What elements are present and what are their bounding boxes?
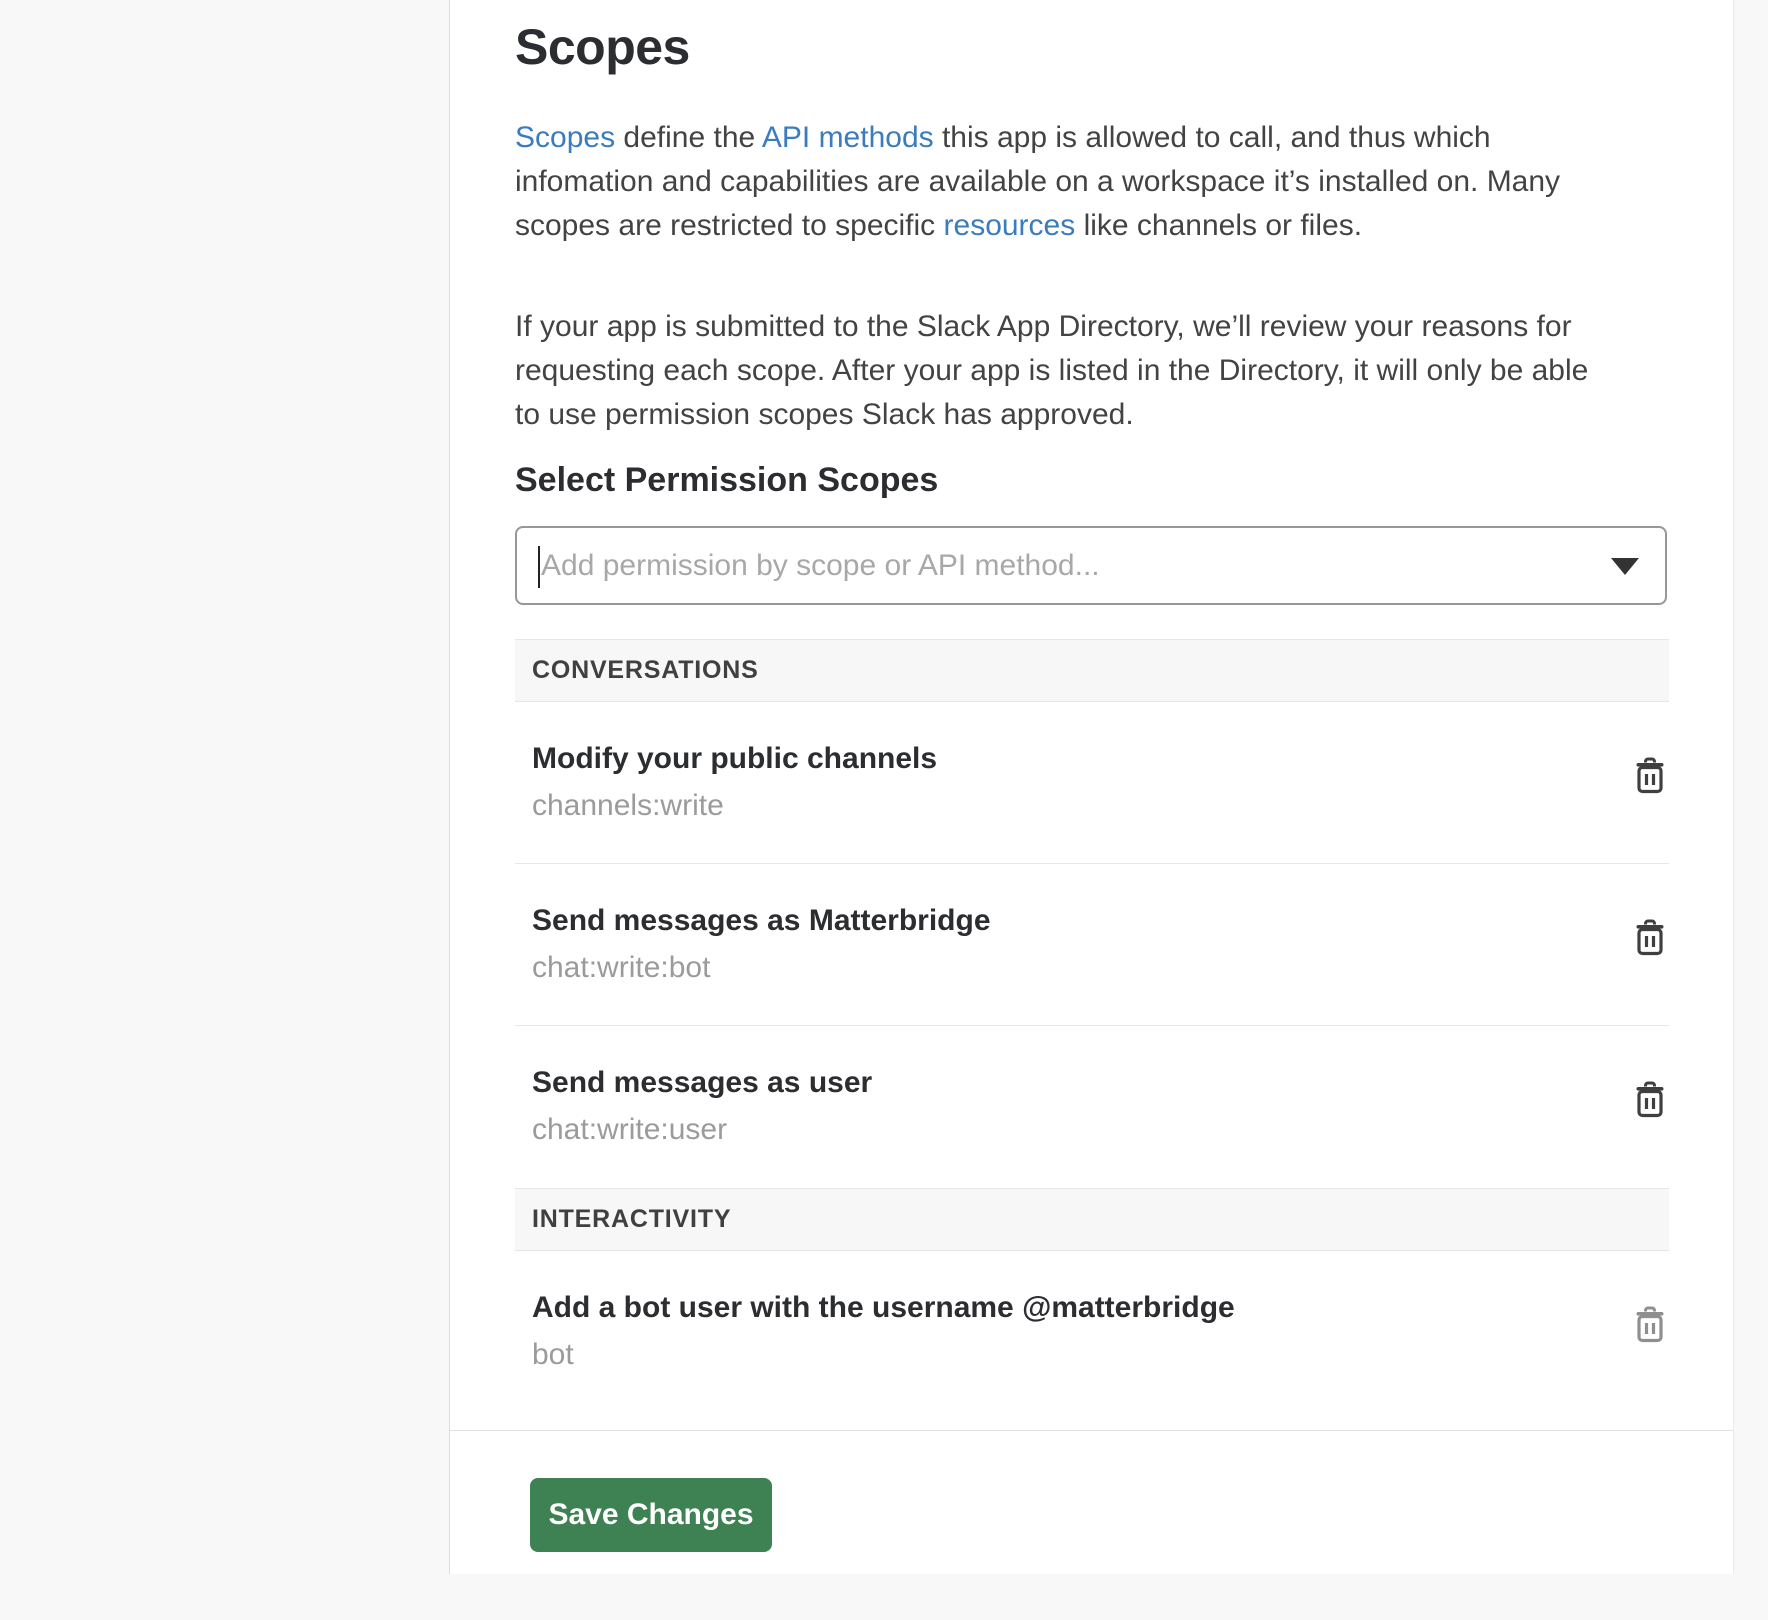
page-title: Scopes — [515, 0, 1669, 78]
scopes-link[interactable]: Scopes — [515, 121, 615, 154]
api-methods-link[interactable]: API methods — [762, 121, 934, 154]
paragraph-text: like channels or files. — [1075, 209, 1362, 242]
remove-scope-button[interactable] — [1635, 919, 1665, 957]
trash-icon — [1635, 1081, 1665, 1119]
paragraph-line: to use permission scopes Slack has appro… — [515, 393, 1669, 437]
left-sidebar — [0, 0, 449, 1574]
paragraph-line: requesting each scope. After your app is… — [515, 349, 1669, 393]
save-changes-button[interactable]: Save Changes — [530, 1478, 772, 1552]
paragraph-line: If your app is submitted to the Slack Ap… — [515, 305, 1669, 349]
right-gutter — [1733, 0, 1768, 1574]
scope-row-chat-write-user: Send messages as user chat:write:user — [515, 1026, 1669, 1188]
paragraph-text: this app is allowed to call, and thus wh… — [934, 121, 1491, 154]
scope-code: channels:write — [532, 788, 1609, 824]
chevron-down-icon[interactable] — [1611, 558, 1639, 575]
paragraph-text: scopes are restricted to specific — [515, 209, 944, 242]
remove-scope-button[interactable] — [1635, 757, 1665, 795]
save-footer: Save Changes — [450, 1430, 1733, 1620]
paragraph-line: Scopes define the API methods this app i… — [515, 116, 1669, 160]
select-permission-scopes-heading: Select Permission Scopes — [515, 459, 1669, 501]
section-header-interactivity: INTERACTIVITY — [515, 1188, 1669, 1251]
scope-name: Send messages as Matterbridge — [532, 903, 1609, 939]
scopes-description: Scopes define the API methods this app i… — [515, 116, 1669, 248]
section-header-conversations: CONVERSATIONS — [515, 639, 1669, 702]
scope-name: Add a bot user with the username @matter… — [532, 1290, 1609, 1326]
paragraph-line: scopes are restricted to specific resour… — [515, 204, 1669, 248]
scope-code: chat:write:bot — [532, 950, 1609, 986]
resources-link[interactable]: resources — [944, 209, 1076, 242]
paragraph-line: infomation and capabilities are availabl… — [515, 160, 1669, 204]
scope-name: Modify your public channels — [532, 741, 1609, 777]
interactivity-scope-list: Add a bot user with the username @matter… — [515, 1251, 1669, 1413]
remove-scope-button[interactable] — [1635, 1306, 1665, 1344]
text-cursor — [538, 546, 540, 588]
scope-code: chat:write:user — [532, 1112, 1609, 1148]
scope-code: bot — [532, 1337, 1609, 1373]
scope-row-chat-write-bot: Send messages as Matterbridge chat:write… — [515, 864, 1669, 1026]
scopes-panel: Scopes Scopes define the API methods thi… — [449, 0, 1733, 1574]
trash-icon — [1635, 757, 1665, 795]
remove-scope-button[interactable] — [1635, 1081, 1665, 1119]
trash-icon — [1635, 1306, 1665, 1344]
directory-review-description: If your app is submitted to the Slack Ap… — [515, 305, 1669, 437]
scope-search-input[interactable] — [517, 528, 1601, 603]
scope-name: Send messages as user — [532, 1065, 1609, 1101]
scope-search-box[interactable] — [515, 526, 1667, 605]
paragraph-text: define the — [615, 121, 762, 154]
conversations-scope-list: Modify your public channels channels:wri… — [515, 702, 1669, 1188]
trash-icon — [1635, 919, 1665, 957]
scope-row-channels-write: Modify your public channels channels:wri… — [515, 702, 1669, 864]
scope-row-bot: Add a bot user with the username @matter… — [515, 1251, 1669, 1413]
